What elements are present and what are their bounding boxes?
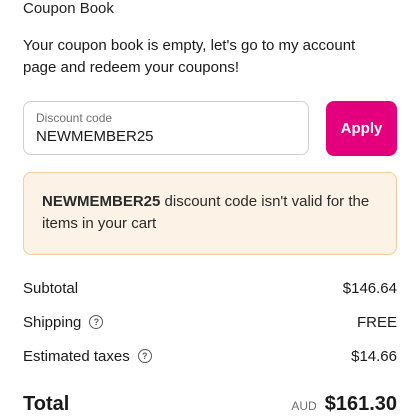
- taxes-row: Estimated taxes ? $14.66: [23, 345, 397, 367]
- help-icon[interactable]: ?: [137, 349, 152, 363]
- shipping-row: Shipping ? FREE: [23, 311, 397, 333]
- total-label: Total: [23, 393, 70, 415]
- shipping-value: FREE: [356, 313, 397, 331]
- subtotal-value: $146.64: [342, 279, 397, 297]
- alert-code: NEWMEMBER25: [42, 193, 161, 210]
- coupon-book-title: Coupon Book: [23, 0, 114, 17]
- invalid-code-alert: NEWMEMBER25 discount code isn't valid fo…: [23, 172, 397, 255]
- taxes-label: Estimated taxes: [23, 347, 130, 365]
- taxes-value: $14.66: [351, 347, 397, 365]
- subtotal-label: Subtotal: [23, 279, 79, 297]
- discount-code-field[interactable]: Discount code: [23, 101, 309, 155]
- total-row: Total AUD $161.30: [23, 393, 397, 416]
- coupon-book-message: Your coupon book is empty, let's go to m…: [23, 37, 356, 76]
- help-icon[interactable]: ?: [89, 315, 104, 329]
- discount-code-input[interactable]: [36, 128, 296, 145]
- total-value: $161.30: [324, 393, 397, 415]
- shipping-label: Shipping: [23, 313, 82, 331]
- currency-code: AUD: [291, 399, 317, 413]
- apply-button[interactable]: Apply: [326, 101, 397, 156]
- subtotal-row: Subtotal $146.64: [23, 277, 397, 299]
- discount-code-label: Discount code: [36, 111, 113, 125]
